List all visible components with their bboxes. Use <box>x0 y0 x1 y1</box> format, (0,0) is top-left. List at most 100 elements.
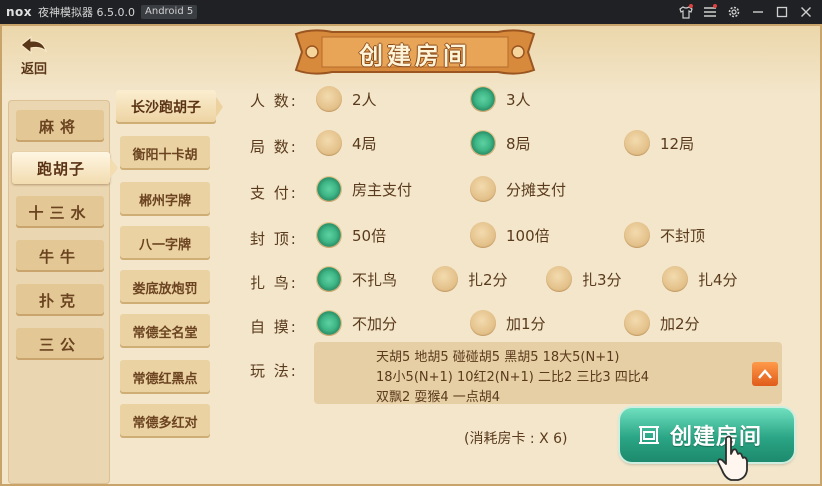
title-banner: 创建房间 <box>292 28 538 76</box>
radio-off <box>316 86 342 112</box>
variant-changde-duohongdui[interactable]: 常德多红对 <box>120 404 210 438</box>
bird-option-2[interactable]: 扎2分 <box>432 266 508 292</box>
bird-option-3[interactable]: 扎3分 <box>546 266 622 292</box>
bird-option-4[interactable]: 扎4分 <box>662 266 738 292</box>
option-label: 8局 <box>506 134 531 153</box>
create-room-button[interactable]: 创建房间 <box>620 408 794 462</box>
option-label: 100倍 <box>506 226 550 245</box>
option-label: 不加分 <box>352 314 398 333</box>
create-room-screen: 返回 创建房间 麻将 跑胡子 十三水 牛牛 扑克 三公 长沙跑胡子 衡阳十卡胡 … <box>0 24 822 486</box>
option-label: 加1分 <box>506 314 546 333</box>
radio-on <box>316 310 342 336</box>
emulator-titlebar: nox 夜神模拟器 6.5.0.0 Android 5 <box>0 0 822 24</box>
close-icon[interactable] <box>794 0 818 24</box>
rules-line: 18小5(N+1) 10红2(N+1) 二比2 三比3 四比4 <box>376 370 650 385</box>
rules-box[interactable]: 天胡5 地胡5 碰碰胡5 黑胡5 18大5(N+1) 18小5(N+1) 10红… <box>314 342 782 405</box>
radio-off <box>624 222 650 248</box>
self-draw-option-2[interactable]: 加2分 <box>624 310 700 336</box>
option-label: 3人 <box>506 90 531 109</box>
category-poker[interactable]: 扑克 <box>16 284 104 316</box>
page-title: 创建房间 <box>359 41 471 70</box>
chevron-up-icon <box>758 369 772 379</box>
players-label: 人 数: <box>250 92 298 110</box>
option-label: 不扎鸟 <box>352 270 398 289</box>
rounds-label: 局 数: <box>250 138 298 156</box>
radio-on <box>316 266 342 292</box>
back-label: 返回 <box>20 62 47 77</box>
radio-off <box>316 130 342 156</box>
category-sangong[interactable]: 三公 <box>16 328 104 360</box>
option-label: 房主支付 <box>352 180 413 199</box>
variant-chenzhou[interactable]: 郴州字牌 <box>120 182 210 216</box>
radio-off <box>470 310 496 336</box>
option-label: 扎3分 <box>582 270 622 289</box>
back-button[interactable]: 返回 <box>8 32 60 80</box>
variant-loudi[interactable]: 娄底放炮罚 <box>120 270 210 304</box>
minimize-icon[interactable] <box>746 0 770 24</box>
category-panel: 麻将 跑胡子 十三水 牛牛 扑克 三公 <box>8 100 118 484</box>
screen: nox 夜神模拟器 6.5.0.0 Android 5 返回 创建房间 麻将 跑… <box>0 0 822 486</box>
radio-on <box>470 130 496 156</box>
cap-option-100[interactable]: 100倍 <box>470 222 550 248</box>
option-label: 扎4分 <box>698 270 738 289</box>
category-paohuzi[interactable]: 跑胡子 <box>12 152 118 184</box>
menu-icon[interactable] <box>698 0 722 24</box>
rounds-option-8[interactable]: 8局 <box>470 130 531 156</box>
option-label: 12局 <box>660 134 695 153</box>
cap-option-none[interactable]: 不封顶 <box>624 222 705 248</box>
variant-changde-hongheidian[interactable]: 常德红黑点 <box>120 360 210 394</box>
radio-off <box>624 130 650 156</box>
radio-off <box>546 266 572 292</box>
android-version-badge: Android 5 <box>141 5 198 19</box>
payment-option-split[interactable]: 分摊支付 <box>470 176 566 202</box>
variant-bayi[interactable]: 八一字牌 <box>120 226 210 260</box>
variant-hengyang[interactable]: 衡阳十卡胡 <box>120 136 210 170</box>
rounds-option-12[interactable]: 12局 <box>624 130 694 156</box>
rules-line: 双飘2 耍猴4 一点胡4 <box>376 390 501 405</box>
variant-list: 长沙跑胡子 衡阳十卡胡 郴州字牌 八一字牌 娄底放炮罚 常德全名堂 常德红黑点 … <box>114 86 223 462</box>
radio-on <box>316 222 342 248</box>
option-label: 不封顶 <box>660 226 706 245</box>
variant-changde-quanmingtang[interactable]: 常德全名堂 <box>120 314 210 348</box>
maximize-icon[interactable] <box>770 0 794 24</box>
radio-off <box>470 222 496 248</box>
gear-icon[interactable] <box>722 0 746 24</box>
self-draw-option-none[interactable]: 不加分 <box>316 310 397 336</box>
radio-on <box>470 86 496 112</box>
option-label: 2人 <box>352 90 377 109</box>
option-label: 扎2分 <box>468 270 508 289</box>
pointing-hand-icon <box>717 435 748 481</box>
rules-label: 玩 法: <box>250 362 298 380</box>
option-label: 50倍 <box>352 226 387 245</box>
radio-off <box>470 176 496 202</box>
category-thirteen-cards[interactable]: 十三水 <box>16 196 104 228</box>
radio-off <box>432 266 458 292</box>
payment-label: 支 付: <box>250 184 298 202</box>
radio-on <box>316 176 342 202</box>
category-mahjong[interactable]: 麻将 <box>16 110 104 142</box>
players-option-2[interactable]: 2人 <box>316 86 377 112</box>
bird-option-none[interactable]: 不扎鸟 <box>316 266 397 292</box>
cap-option-50[interactable]: 50倍 <box>316 222 386 248</box>
players-option-3[interactable]: 3人 <box>470 86 531 112</box>
radio-off <box>662 266 688 292</box>
room-card-cost: (消耗房卡 : X 6) <box>464 431 568 447</box>
variant-changsha[interactable]: 长沙跑胡子 <box>116 90 223 124</box>
cap-label: 封 顶: <box>250 230 298 248</box>
window-controls <box>674 0 818 24</box>
rules-line: 天胡5 地胡5 碰碰胡5 黑胡5 18大5(N+1) <box>376 350 620 365</box>
self-draw-label: 自 摸: <box>250 318 298 336</box>
bird-label: 扎 鸟: <box>250 274 298 292</box>
option-label: 4局 <box>352 134 377 153</box>
nox-logo: nox <box>6 5 33 19</box>
self-draw-option-1[interactable]: 加1分 <box>470 310 546 336</box>
option-label: 加2分 <box>660 314 700 333</box>
rounds-option-4[interactable]: 4局 <box>316 130 377 156</box>
payment-option-owner[interactable]: 房主支付 <box>316 176 412 202</box>
rules-expand-button[interactable] <box>752 362 778 386</box>
emulator-title: 夜神模拟器 6.5.0.0 <box>38 6 136 19</box>
option-label: 分摊支付 <box>506 180 567 199</box>
category-niuniu[interactable]: 牛牛 <box>16 240 104 272</box>
room-icon <box>639 426 659 444</box>
shirt-icon[interactable] <box>674 0 698 24</box>
